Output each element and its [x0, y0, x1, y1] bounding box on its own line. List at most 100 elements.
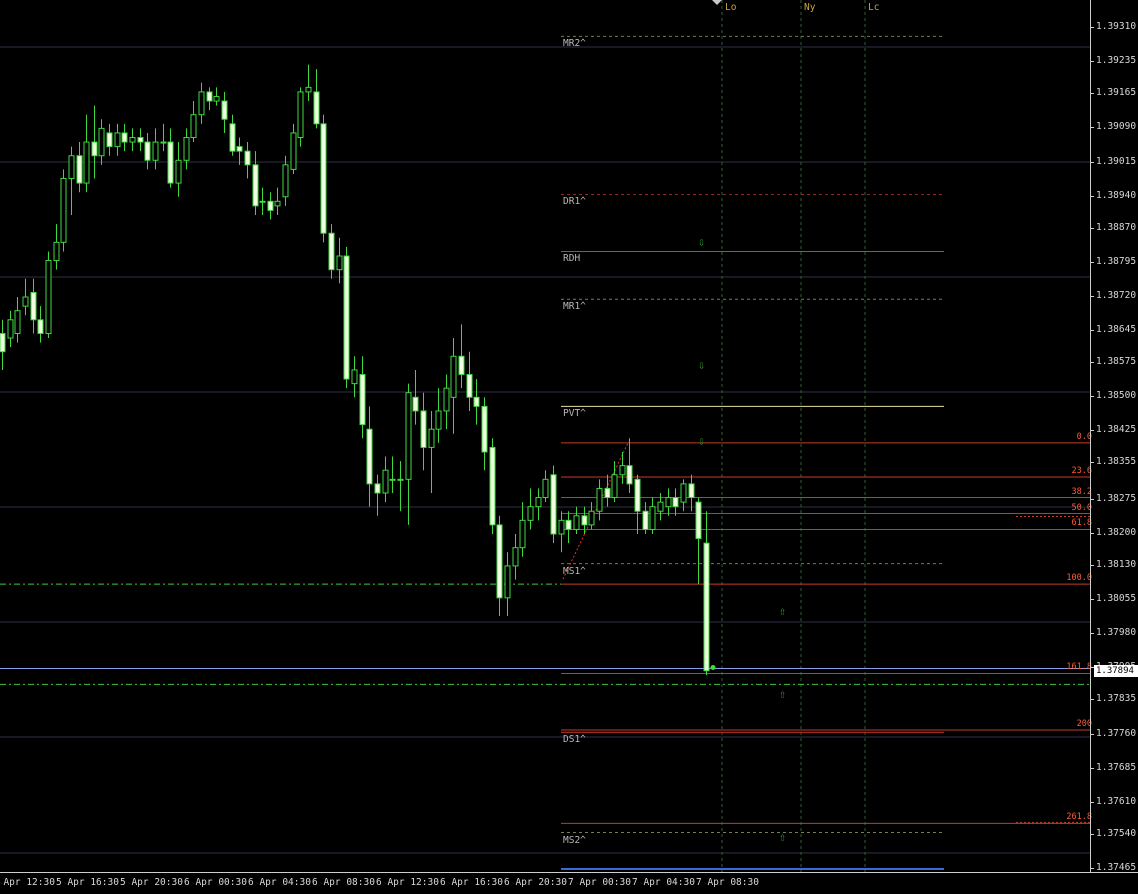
price-tick-label: 1.39015 [1089, 155, 1137, 167]
candle-body-bull [443, 387, 450, 412]
candle-body-bear [496, 524, 503, 599]
candle-body-bull [351, 369, 358, 385]
pivot-level-label: MR2^ [563, 38, 586, 50]
session-label: Lo [725, 2, 737, 13]
pivot-level-label: DR1^ [563, 196, 586, 208]
price-tick-label: 1.37610 [1089, 795, 1137, 807]
candle-body-bear [76, 155, 83, 184]
candle-body-bull [680, 483, 687, 503]
candle-body-bear [473, 396, 480, 407]
candle-body-bear [206, 91, 213, 102]
candle-body-bull [68, 155, 75, 180]
candle-body-bear [688, 483, 695, 499]
price-tick-label: 1.38940 [1089, 189, 1137, 201]
candle-body-bull [60, 178, 67, 243]
fib-trend-line [562, 442, 629, 580]
time-tick-label: 6 Apr 20:30 [504, 877, 567, 888]
candle-body-bull [649, 506, 656, 530]
candle-body-bull [160, 141, 167, 144]
price-tick-label: 1.38645 [1089, 324, 1137, 336]
candle-body-bull [259, 200, 266, 203]
arrow-down-icon: ⇩ [698, 358, 706, 373]
candle-body-bear [167, 141, 174, 184]
candle-body-bull [282, 164, 289, 198]
candle-body-bear [581, 515, 588, 526]
arrow-up-icon: ⇧ [779, 686, 787, 701]
candle-body-bull [450, 355, 457, 398]
price-axis[interactable]: 1.39310 1.39235 1.39165 1.39090 1.39015 1.389… [1089, 0, 1138, 873]
candle-body-bull [405, 392, 412, 480]
fib-level-label: 200 [1076, 718, 1092, 729]
candle-body-bear [672, 497, 679, 508]
pivot-level-label: MS1^ [563, 565, 586, 577]
candle-body-bull [504, 565, 511, 599]
candle-body-bear [244, 150, 251, 166]
candle-body-bull [305, 86, 312, 93]
candle-body-bull [114, 132, 121, 148]
price-tick-label: 1.37685 [1089, 761, 1137, 773]
fib-level-label: 50.0 [1071, 502, 1092, 513]
candle-body-bull [297, 91, 304, 138]
candle-body-bear [320, 123, 327, 234]
candle-body-bull [14, 310, 21, 334]
price-tick-label: 1.38275 [1089, 492, 1137, 504]
candle-body-bear [30, 291, 37, 321]
price-tick-label: 1.37760 [1089, 727, 1137, 739]
fib-level-label: 61.8 [1071, 518, 1092, 529]
session-marker-icon [712, 0, 722, 5]
session-label: Ny [804, 2, 816, 13]
fib-level-label: 38.2 [1071, 486, 1092, 497]
price-tick-label: 1.38200 [1089, 527, 1137, 538]
candle-body-bull [190, 114, 197, 138]
candle-body-bull [573, 515, 580, 530]
candle-body-bear [313, 91, 320, 125]
arrow-down-icon: ⇩ [698, 235, 706, 250]
time-tick-label: 6 Apr 12:30 [376, 877, 439, 888]
candle-body-bull [389, 478, 396, 481]
candle-body-bear [121, 132, 128, 143]
candle-body-bear [91, 141, 98, 157]
arrow-up-icon: ⇧ [779, 604, 787, 619]
candle-body-bull [558, 519, 565, 535]
price-tick-label: 1.39235 [1089, 55, 1137, 67]
candle-body-bear [466, 373, 473, 398]
candle-body-bull [98, 127, 105, 157]
fib-level-label: 261.8 [1066, 812, 1092, 823]
pivot-level-label: PVT^ [563, 408, 586, 420]
price-tick-label: 1.38870 [1089, 221, 1137, 233]
fib-level-label: 0.0 [1076, 431, 1092, 442]
price-tick-label: 1.38795 [1089, 255, 1137, 267]
candle-body-bull [7, 319, 14, 339]
candle-body-bear [229, 123, 236, 152]
price-tick-label: 1.37835 [1089, 693, 1137, 705]
candle-body-bear [604, 487, 611, 499]
price-tick-label: 1.38355 [1089, 456, 1137, 468]
candle-body-bear [703, 542, 710, 672]
candle-body-bull [274, 200, 281, 207]
candle-body-bull [175, 159, 182, 184]
candle-body-bull [619, 465, 626, 476]
time-tick-label: 7 Apr 08:30 [696, 877, 759, 888]
time-axis[interactable]: 5 Apr 12:305 Apr 16:305 Apr 20:306 Apr 0… [0, 872, 1138, 894]
time-tick-label: 6 Apr 04:30 [248, 877, 311, 888]
candle-body-bear [642, 510, 649, 530]
candle-body-bear [267, 200, 274, 211]
pivot-levels [561, 35, 944, 834]
candle-body-bull [512, 547, 519, 567]
candle-body-bear [236, 146, 243, 152]
candle-body-bull [336, 255, 343, 271]
candle-body-bear [359, 373, 366, 426]
price-tick-label: 1.38575 [1089, 356, 1137, 368]
candle-body-bear [420, 410, 427, 448]
time-tick-label: 6 Apr 00:30 [184, 877, 247, 888]
candle-body-bull [290, 132, 297, 170]
price-chart[interactable] [0, 0, 1090, 873]
fib-level-label: 100.0 [1066, 573, 1092, 584]
price-tick-label: 1.38720 [1089, 290, 1137, 302]
candle-body-bull [198, 91, 205, 116]
candle-body-bear [626, 465, 633, 485]
price-tick-label: 1.37980 [1089, 627, 1137, 639]
candle-body-bull [428, 428, 435, 448]
price-tick-label: 1.39090 [1089, 121, 1137, 133]
candle-body-bear [366, 428, 373, 485]
